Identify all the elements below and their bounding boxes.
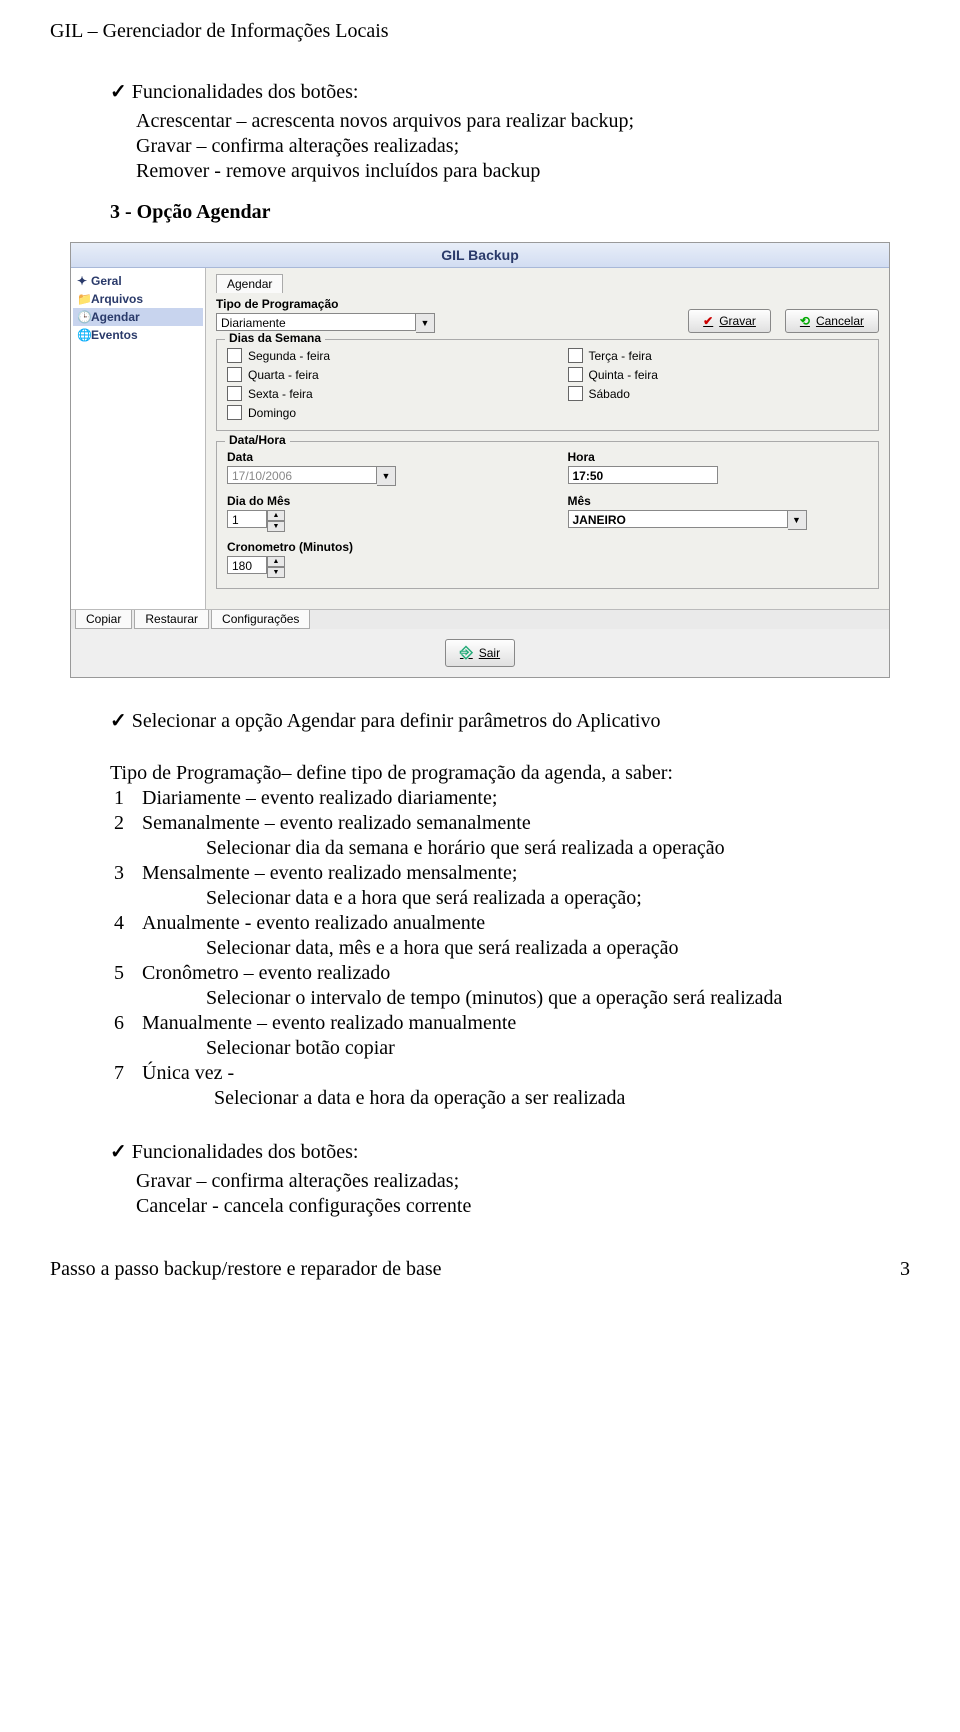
tipo-programacao-intro: Tipo de Programação– define tipo de prog… — [110, 762, 910, 785]
page-header: GIL – Gerenciador de Informações Locais — [50, 20, 910, 43]
checkbox-icon — [227, 348, 242, 363]
diamond-icon: ✦ — [77, 274, 91, 288]
checkbox-icon — [227, 405, 242, 420]
programacao-list: 1Diariamente – evento realizado diariame… — [114, 787, 910, 1110]
sidebar-item-arquivos[interactable]: 📁Arquivos — [73, 290, 203, 308]
checkbox-icon — [568, 367, 583, 382]
data-field[interactable]: 17/10/2006 ▼ — [227, 466, 528, 486]
func-gravar: Gravar – confirma alterações realizadas; — [136, 1170, 910, 1193]
cancelar-button[interactable]: ⟲Cancelar — [785, 309, 879, 333]
mes-dropdown[interactable]: JANEIRO ▼ — [568, 510, 869, 530]
cronometro-value: 180 — [227, 556, 267, 574]
intro-line-2: Gravar – confirma alterações realizadas; — [136, 135, 910, 158]
chevron-down-icon[interactable]: ▼ — [416, 313, 435, 333]
gravar-button[interactable]: ✔Gravar — [688, 309, 771, 333]
globe-icon: 🌐 — [77, 328, 91, 342]
page-footer: Passo a passo backup/restore e reparador… — [50, 1258, 910, 1281]
main-panel: Agendar Tipo de Programação Diariamente … — [206, 268, 889, 609]
dia-mes-value: 1 — [227, 510, 267, 528]
dia-mes-field[interactable]: 1 ▲▼ — [227, 510, 528, 532]
tab-agendar[interactable]: Agendar — [216, 274, 283, 293]
tipo-programacao-dropdown[interactable]: Diariamente ▼ — [216, 313, 456, 333]
chevron-down-icon[interactable]: ▼ — [377, 466, 396, 486]
intro-line-3: Remover - remove arquivos incluídos para… — [136, 160, 910, 183]
checkbox-segunda[interactable]: Segunda - feira — [227, 348, 528, 363]
tab-copiar[interactable]: Copiar — [75, 610, 132, 629]
funcionalidades-heading-1: Funcionalidades dos botões: — [110, 79, 910, 104]
check-selecionar-agendar: Selecionar a opção Agendar para definir … — [110, 708, 910, 733]
mes-label: Mês — [568, 494, 869, 508]
checkbox-quinta[interactable]: Quinta - feira — [568, 367, 869, 382]
cronometro-field[interactable]: 180 ▲▼ — [227, 556, 528, 578]
hora-label: Hora — [568, 450, 869, 464]
footer-left: Passo a passo backup/restore e reparador… — [50, 1258, 442, 1281]
spin-up-icon[interactable]: ▲ — [267, 556, 285, 567]
sidebar: ✦Geral 📁Arquivos 🕒Agendar 🌐Eventos — [71, 268, 206, 609]
hora-field[interactable]: 17:50 — [568, 466, 718, 484]
refresh-icon: ⟲ — [800, 314, 810, 328]
funcionalidades-heading-2: Funcionalidades dos botões: — [110, 1139, 910, 1164]
bottom-tabs: Copiar Restaurar Configurações — [71, 609, 889, 629]
page-number: 3 — [900, 1258, 910, 1281]
sidebar-item-geral[interactable]: ✦Geral — [73, 272, 203, 290]
checkbox-icon — [227, 367, 242, 382]
exit-icon: ⎆ — [460, 644, 473, 662]
chevron-down-icon[interactable]: ▼ — [788, 510, 807, 530]
checkbox-quarta[interactable]: Quarta - feira — [227, 367, 528, 382]
checkbox-sexta[interactable]: Sexta - feira — [227, 386, 528, 401]
mes-value: JANEIRO — [568, 510, 788, 528]
dia-mes-label: Dia do Mês — [227, 494, 528, 508]
data-label: Data — [227, 450, 528, 464]
cronometro-label: Cronometro (Minutos) — [227, 540, 528, 554]
checkbox-domingo[interactable]: Domingo — [227, 405, 528, 420]
checkbox-sabado[interactable]: Sábado — [568, 386, 869, 401]
dias-semana-label: Dias da Semana — [225, 331, 325, 345]
tab-configuracoes[interactable]: Configurações — [211, 610, 310, 629]
check-icon: ✔ — [703, 314, 713, 328]
data-hora-group: Data/Hora Data 17/10/2006 ▼ Hora 17:50 — [216, 441, 879, 589]
sair-button[interactable]: ⎆Sair — [445, 639, 515, 667]
checkbox-icon — [568, 386, 583, 401]
spin-down-icon[interactable]: ▼ — [267, 567, 285, 578]
dias-semana-group: Dias da Semana Segunda - feira Terça - f… — [216, 339, 879, 431]
spin-down-icon[interactable]: ▼ — [267, 521, 285, 532]
folder-icon: 📁 — [77, 292, 91, 306]
data-value: 17/10/2006 — [227, 466, 377, 484]
spin-up-icon[interactable]: ▲ — [267, 510, 285, 521]
tab-restaurar[interactable]: Restaurar — [134, 610, 209, 629]
data-hora-label: Data/Hora — [225, 433, 290, 447]
func-cancelar: Cancelar - cancela configurações corrent… — [136, 1195, 910, 1218]
clock-icon: 🕒 — [77, 310, 91, 324]
checkbox-icon — [568, 348, 583, 363]
sidebar-item-eventos[interactable]: 🌐Eventos — [73, 326, 203, 344]
intro-line-1: Acrescentar – acrescenta novos arquivos … — [136, 110, 910, 133]
section-3-heading: 3 - Opção Agendar — [110, 201, 910, 224]
sidebar-item-agendar[interactable]: 🕒Agendar — [73, 308, 203, 326]
gil-backup-window: GIL Backup ✦Geral 📁Arquivos 🕒Agendar 🌐Ev… — [70, 242, 890, 678]
checkbox-icon — [227, 386, 242, 401]
window-title: GIL Backup — [71, 243, 889, 268]
tipo-programacao-label: Tipo de Programação — [216, 297, 456, 311]
tipo-programacao-value: Diariamente — [216, 313, 416, 331]
checkbox-terca[interactable]: Terça - feira — [568, 348, 869, 363]
